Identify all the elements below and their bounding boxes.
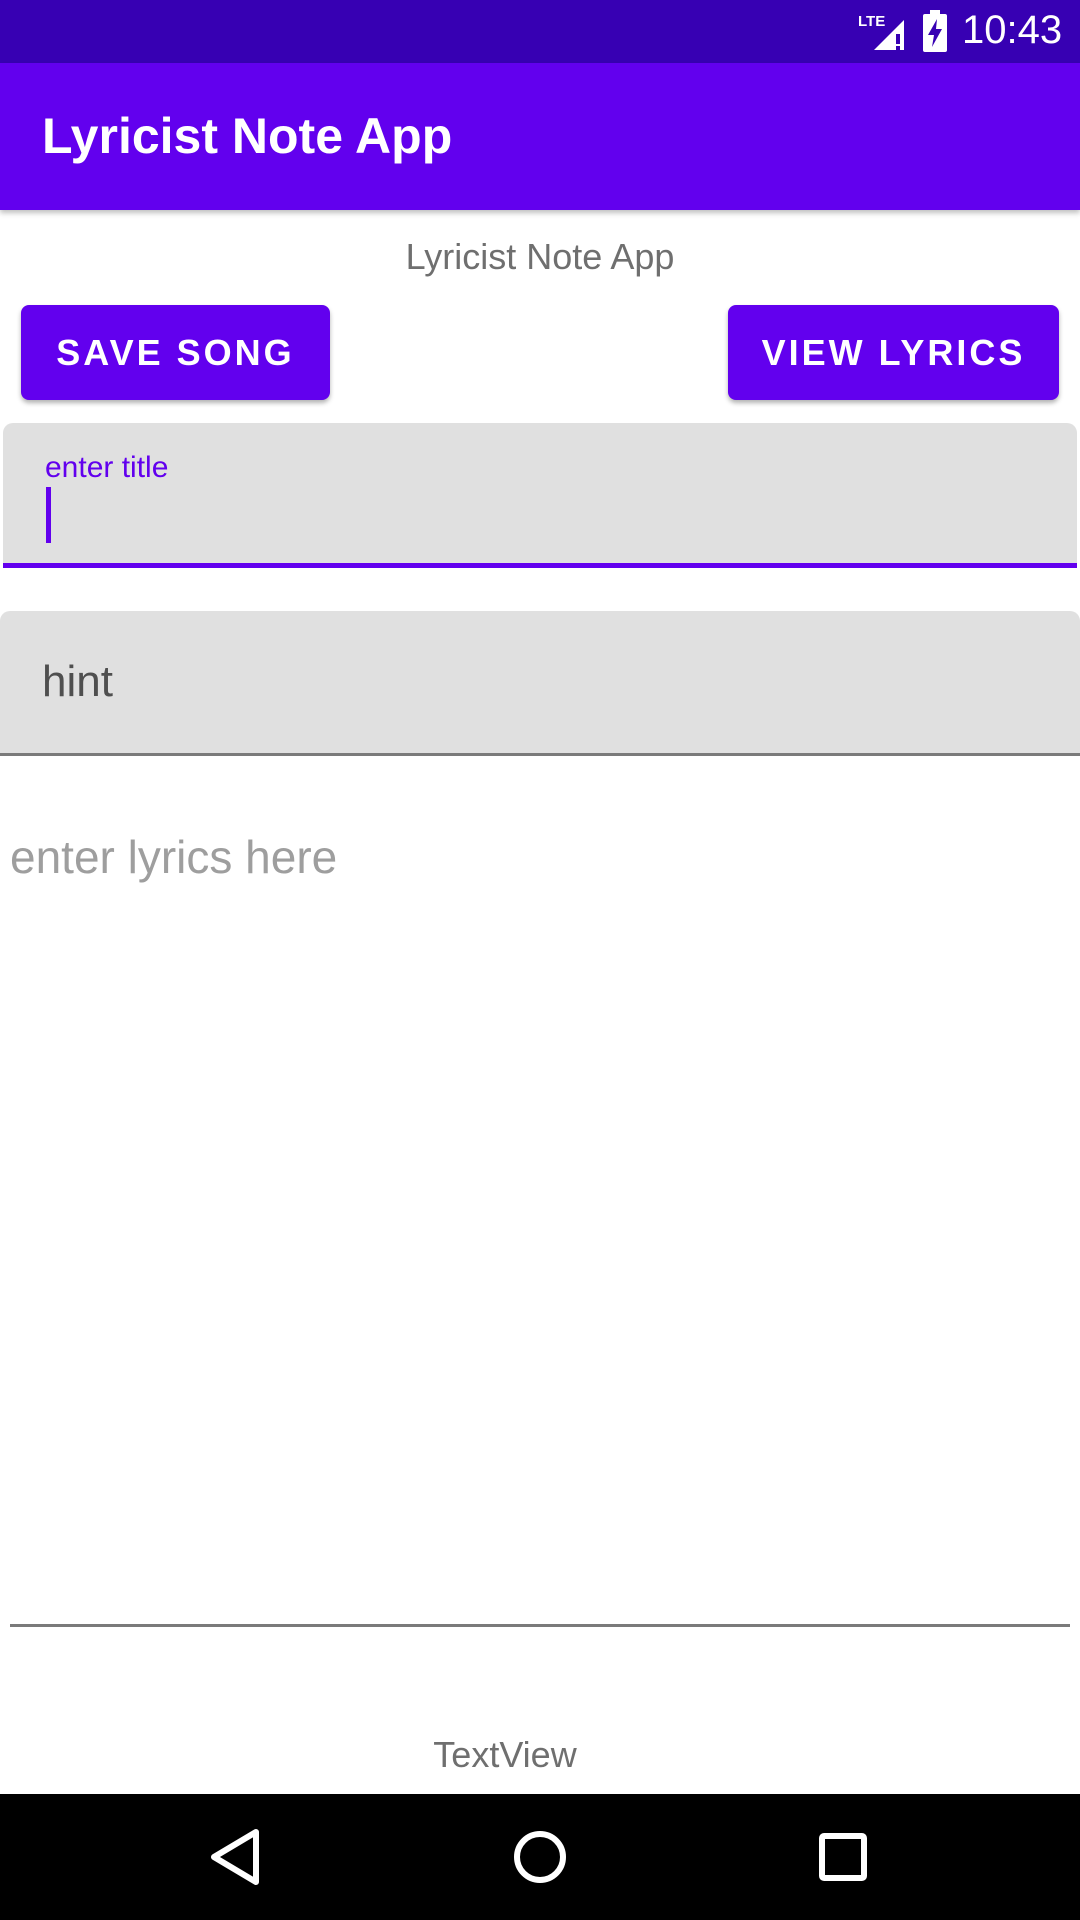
lyrics-input[interactable]: enter lyrics here	[10, 800, 1070, 1627]
hint-input[interactable]: hint	[0, 611, 1080, 756]
text-cursor	[46, 487, 51, 543]
page-subtitle: Lyricist Note App	[405, 236, 675, 277]
navigation-bar	[0, 1794, 1080, 1920]
status-bar: LTE 10:43	[0, 0, 1080, 63]
hint-input-placeholder: hint	[42, 657, 113, 706]
footer-textview: TextView	[433, 1734, 577, 1775]
recents-icon[interactable]	[808, 1822, 878, 1892]
app-bar-title: Lyricist Note App	[42, 108, 453, 164]
title-input[interactable]: enter title	[3, 423, 1077, 568]
back-icon[interactable]	[200, 1822, 270, 1892]
home-icon[interactable]	[505, 1822, 575, 1892]
battery-charging-icon	[923, 10, 947, 52]
svg-text:LTE: LTE	[858, 13, 885, 30]
lte-signal-icon: LTE	[858, 13, 904, 50]
title-input-label: enter title	[45, 451, 169, 484]
status-clock: 10:43	[962, 8, 1063, 52]
save-song-button[interactable]: SAVE SONG	[21, 305, 330, 400]
view-lyrics-button[interactable]: VIEW LYRICS	[728, 305, 1059, 400]
app-bar: Lyricist Note App	[0, 63, 1080, 210]
lyrics-input-placeholder: enter lyrics here	[10, 831, 338, 883]
